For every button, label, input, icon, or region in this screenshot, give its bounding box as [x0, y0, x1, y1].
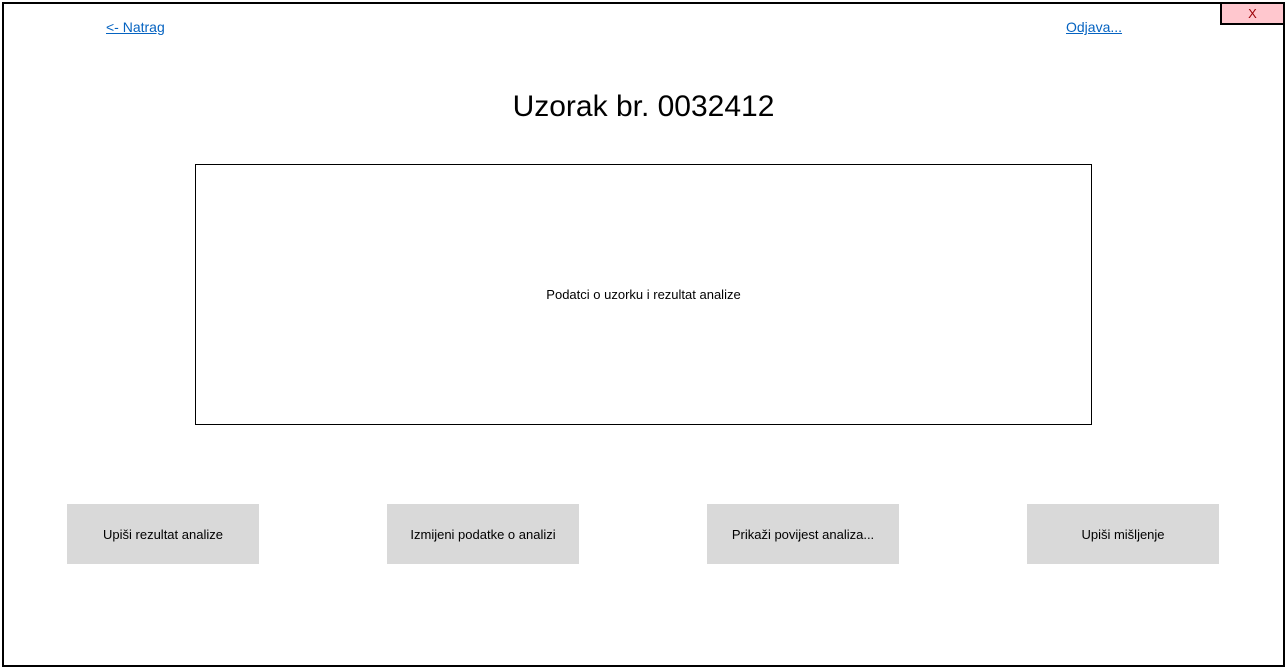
show-history-button-label: Prikaži povijest analiza...: [731, 526, 875, 542]
enter-result-button[interactable]: Upiši rezultat analize: [67, 504, 259, 564]
app-window: <- Natrag Odjava... X Uzorak br. 0032412…: [2, 2, 1285, 667]
logout-link[interactable]: Odjava...: [1066, 19, 1122, 35]
enter-opinion-button[interactable]: Upiši mišljenje: [1027, 504, 1219, 564]
edit-analysis-button-label: Izmijeni podatke o analizi: [410, 526, 556, 542]
enter-result-button-label: Upiši rezultat analize: [103, 526, 223, 542]
show-history-button[interactable]: Prikaži povijest analiza...: [707, 504, 899, 564]
edit-analysis-button[interactable]: Izmijeni podatke o analizi: [387, 504, 579, 564]
back-link[interactable]: <- Natrag: [106, 19, 165, 35]
page-title: Uzorak br. 0032412: [512, 90, 775, 123]
sample-data-panel: Podatci o uzorku i rezultat analize: [195, 164, 1092, 425]
enter-opinion-button-label: Upiši mišljenje: [1081, 526, 1165, 542]
sample-data-label: Podatci o uzorku i rezultat analize: [546, 287, 741, 302]
close-button[interactable]: X: [1220, 4, 1283, 25]
